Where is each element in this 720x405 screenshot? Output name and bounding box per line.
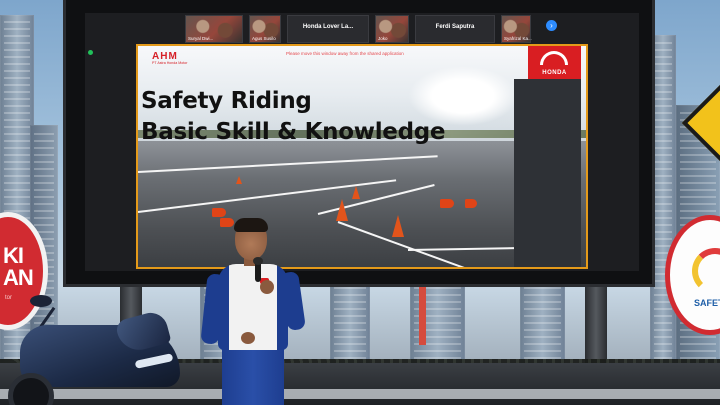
slide-title-line1: Safety Riding: [141, 88, 312, 114]
honda-label: HONDA: [542, 70, 567, 76]
presenter-hand: [260, 280, 274, 294]
traffic-cone-icon: [352, 186, 360, 200]
participant-tile[interactable]: Joko: [375, 15, 437, 81]
slide-title-line2: Basic Skill & Knowledge: [141, 119, 446, 145]
traffic-cone-icon: [236, 176, 242, 185]
slide-side-panel: [514, 79, 581, 267]
presenter: [200, 218, 306, 405]
participant-name: Agus Susilo: [252, 36, 276, 41]
participant-name: Ferdi Saputra: [435, 24, 475, 30]
event-logo-left-line2: AN: [3, 265, 34, 290]
track-line: [337, 221, 508, 267]
participant-tile[interactable]: Agus Susilo: [249, 15, 311, 81]
participant-name: Syafrizal Ka...: [504, 36, 532, 41]
participant-strip: Suryal Dwi... Agus Susilo Honda Lover La…: [185, 15, 532, 86]
studio-monitor: Suryal Dwi... Agus Susilo Honda Lover La…: [63, 0, 655, 287]
participant-tile[interactable]: Honda Lover La...: [287, 15, 369, 86]
track-line: [407, 246, 528, 252]
participant-name: Joko: [378, 36, 388, 41]
participant-name: Suryal Dwi...: [188, 36, 214, 41]
honda-wing-icon: [540, 51, 568, 65]
fallen-cone-icon: [465, 199, 477, 209]
participant-tile[interactable]: Syafrizal Ka...: [501, 15, 532, 43]
zoom-window: Suryal Dwi... Agus Susilo Honda Lover La…: [85, 13, 639, 271]
motorcycle-mirror: [30, 295, 52, 307]
traffic-cone-icon: [392, 215, 404, 238]
participant-name: Honda Lover La...: [302, 24, 354, 30]
chevron-right-icon[interactable]: ›: [546, 20, 557, 31]
fallen-cone-icon: [212, 208, 226, 218]
ahm-company-name: PT Astra Honda Motor: [152, 61, 188, 65]
track-line: [138, 155, 438, 174]
participant-tile[interactable]: Ferdi Saputra: [415, 15, 495, 86]
status-dot-icon: [88, 50, 93, 55]
rainbow-icon: [692, 248, 720, 294]
traffic-cone-icon: [336, 199, 348, 222]
share-warning-text: Please move this window away from the sh…: [286, 51, 404, 56]
presenter-hand: [241, 332, 255, 344]
safety-logo-text: SAFETY: [694, 298, 720, 308]
honda-logo: HONDA: [528, 46, 581, 79]
fallen-cone-icon: [440, 199, 454, 209]
motorcycle: [0, 295, 180, 405]
presenter-hair: [234, 218, 268, 232]
presenter-legs: [222, 348, 284, 405]
slide-title: Safety Riding Basic Skill & Knowledge: [141, 86, 446, 148]
microphone-icon: [253, 257, 263, 282]
participant-tile[interactable]: Suryal Dwi...: [185, 15, 247, 81]
